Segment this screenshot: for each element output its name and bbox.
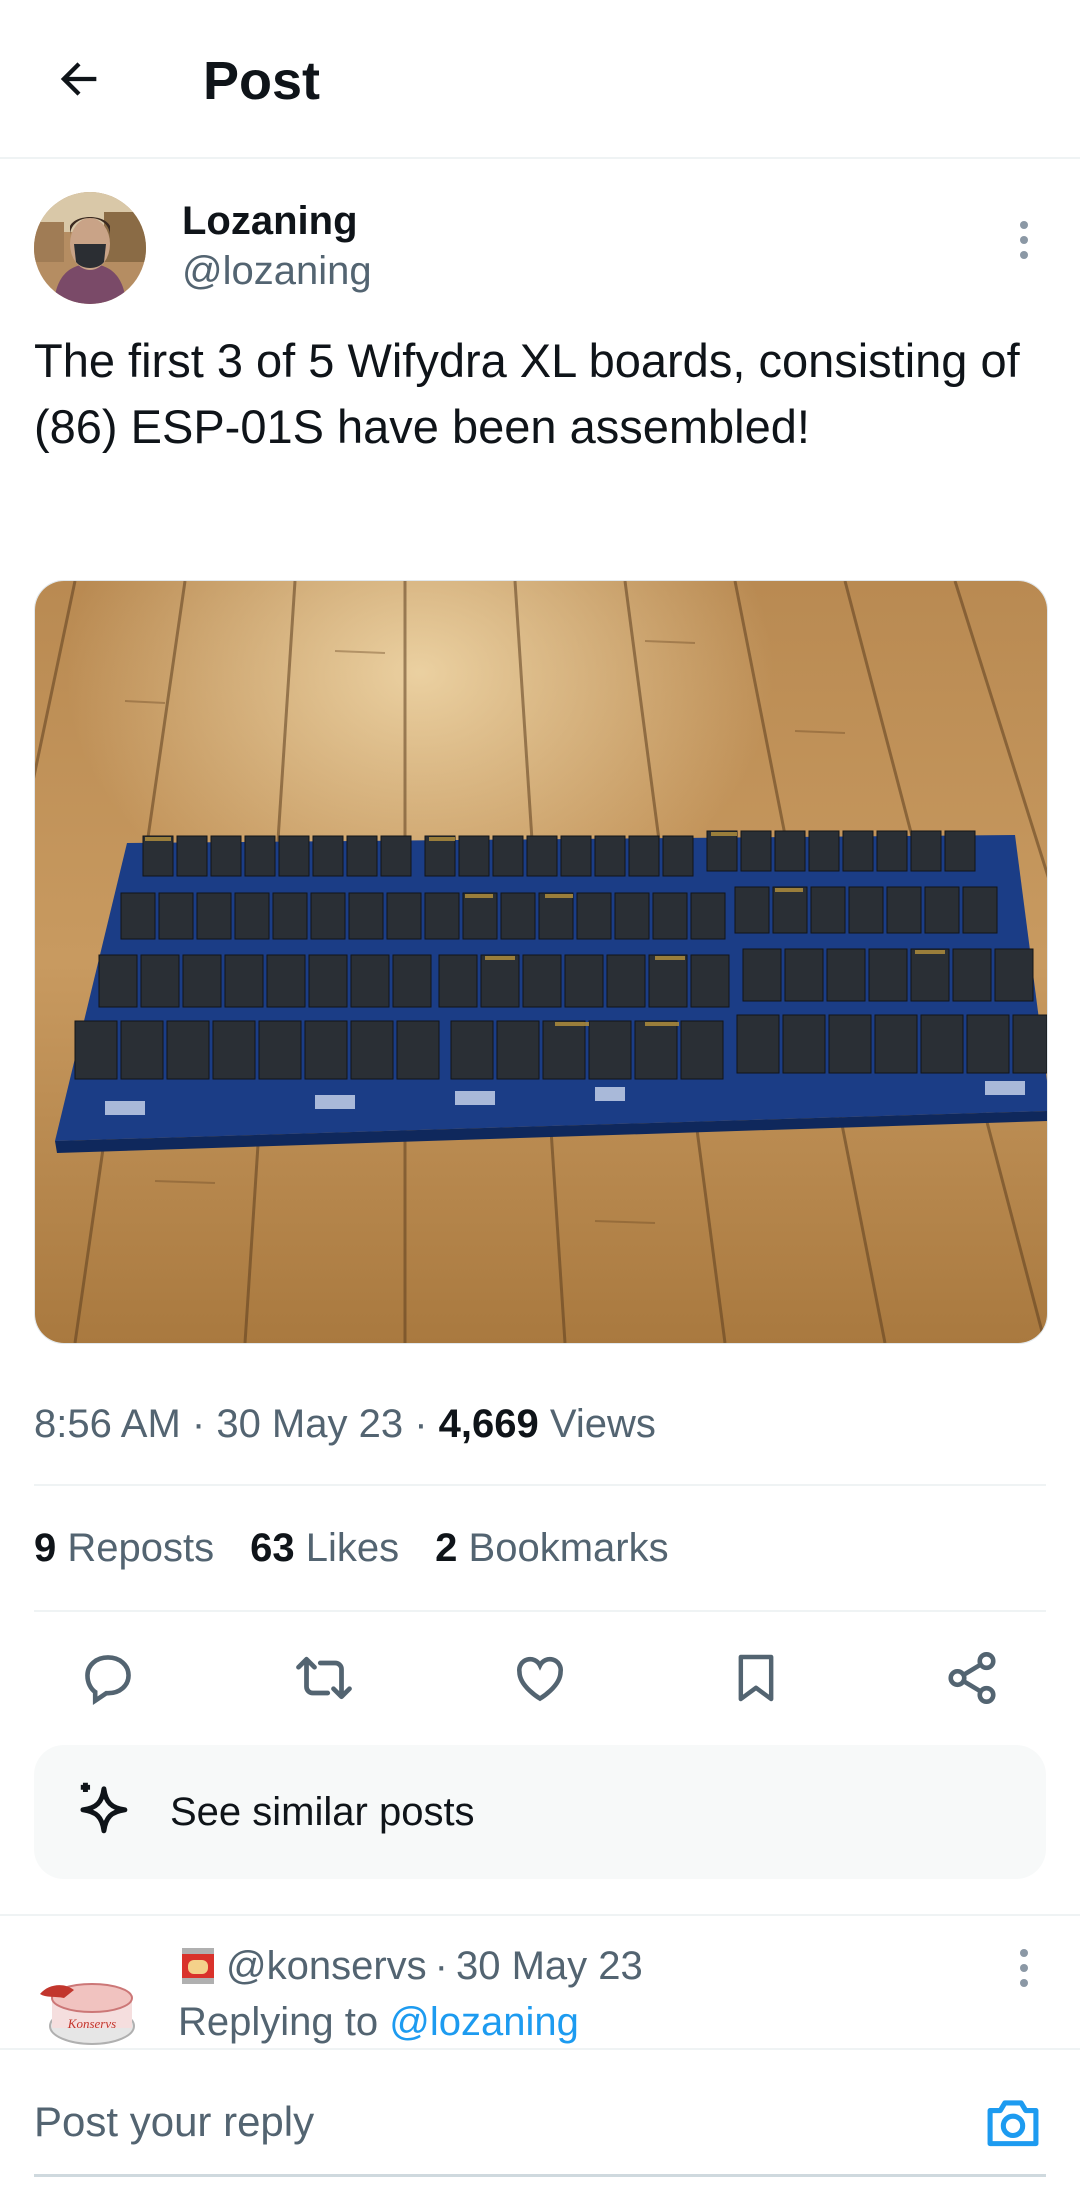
like-button[interactable] bbox=[502, 1640, 578, 1716]
divider bbox=[34, 1484, 1046, 1486]
reply-input-underline bbox=[34, 2174, 1046, 2177]
reply-button[interactable] bbox=[70, 1640, 146, 1716]
top-bar: Post bbox=[0, 0, 1080, 159]
views-label: Views bbox=[549, 1402, 656, 1446]
divider bbox=[0, 1914, 1080, 1916]
replying-to: Replying to @lozaning bbox=[178, 1994, 579, 2050]
post-meta: 8:56 AM · 30 May 23 · 4,669 Views bbox=[34, 1402, 656, 1446]
see-similar-posts-label: See similar posts bbox=[170, 1790, 475, 1834]
share-icon bbox=[948, 1652, 996, 1704]
like-icon bbox=[517, 1656, 563, 1702]
replying-to-link[interactable]: @lozaning bbox=[389, 2000, 579, 2044]
views-count: 4,669 bbox=[438, 1402, 539, 1446]
bookmark-button[interactable] bbox=[718, 1640, 794, 1716]
post-text: The first 3 of 5 Wifydra XL boards, cons… bbox=[34, 334, 1020, 453]
more-options-button[interactable] bbox=[1000, 210, 1048, 270]
repost-icon bbox=[296, 1656, 352, 1700]
more-icon bbox=[1020, 221, 1028, 229]
reply-date: 30 May 23 bbox=[456, 1944, 643, 1988]
bookmarks-stat[interactable]: 2 Bookmarks bbox=[435, 1520, 668, 1576]
post-image[interactable] bbox=[34, 580, 1048, 1344]
back-button[interactable] bbox=[46, 46, 112, 112]
engagement-stats: 9 Reposts 63 Likes 2 Bookmarks bbox=[34, 1520, 669, 1576]
likes-stat[interactable]: 63 Likes bbox=[250, 1520, 399, 1576]
page-title: Post bbox=[203, 51, 321, 111]
bookmark-icon bbox=[738, 1654, 774, 1702]
likes-count: 63 bbox=[250, 1526, 295, 1570]
share-button[interactable] bbox=[934, 1640, 1010, 1716]
reposts-count: 9 bbox=[34, 1526, 57, 1570]
see-similar-posts-button[interactable]: See similar posts bbox=[34, 1745, 1046, 1879]
action-bar bbox=[0, 1640, 1080, 1716]
author-handle[interactable]: @lozaning bbox=[182, 246, 372, 296]
sparkle-icon bbox=[80, 1782, 128, 1834]
reply-avatar-text: Konservs bbox=[67, 2016, 116, 2031]
replying-to-prefix: Replying to bbox=[178, 2000, 390, 2044]
repost-button[interactable] bbox=[286, 1640, 362, 1716]
reply-input[interactable]: Post your reply bbox=[34, 2094, 314, 2150]
bookmarks-count: 2 bbox=[435, 1526, 458, 1570]
post-date: 30 May 23 bbox=[216, 1402, 404, 1446]
divider bbox=[34, 1610, 1046, 1612]
reposts-stat[interactable]: 9 Reposts bbox=[34, 1520, 214, 1576]
more-icon bbox=[1020, 1949, 1028, 1957]
author-name[interactable]: Lozaning bbox=[182, 196, 358, 246]
bookmarks-label: Bookmarks bbox=[468, 1526, 669, 1570]
post-time: 8:56 AM bbox=[34, 1402, 181, 1446]
reply-more-options-button[interactable] bbox=[1000, 1940, 1048, 1996]
author-avatar[interactable] bbox=[34, 192, 146, 304]
reply-composer: Post your reply bbox=[0, 2048, 1080, 2192]
reply-handle[interactable]: @konservs bbox=[226, 1938, 427, 1994]
reply-icon bbox=[85, 1655, 131, 1706]
back-arrow-icon bbox=[60, 62, 97, 96]
reply-avatar[interactable]: Konservs bbox=[34, 1950, 146, 2062]
reply-header: @konservs · 30 May 23 bbox=[178, 1938, 643, 1994]
can-icon bbox=[182, 1948, 214, 1984]
likes-label: Likes bbox=[305, 1526, 400, 1570]
camera-icon[interactable] bbox=[982, 2094, 1044, 2150]
reposts-label: Reposts bbox=[67, 1526, 215, 1570]
